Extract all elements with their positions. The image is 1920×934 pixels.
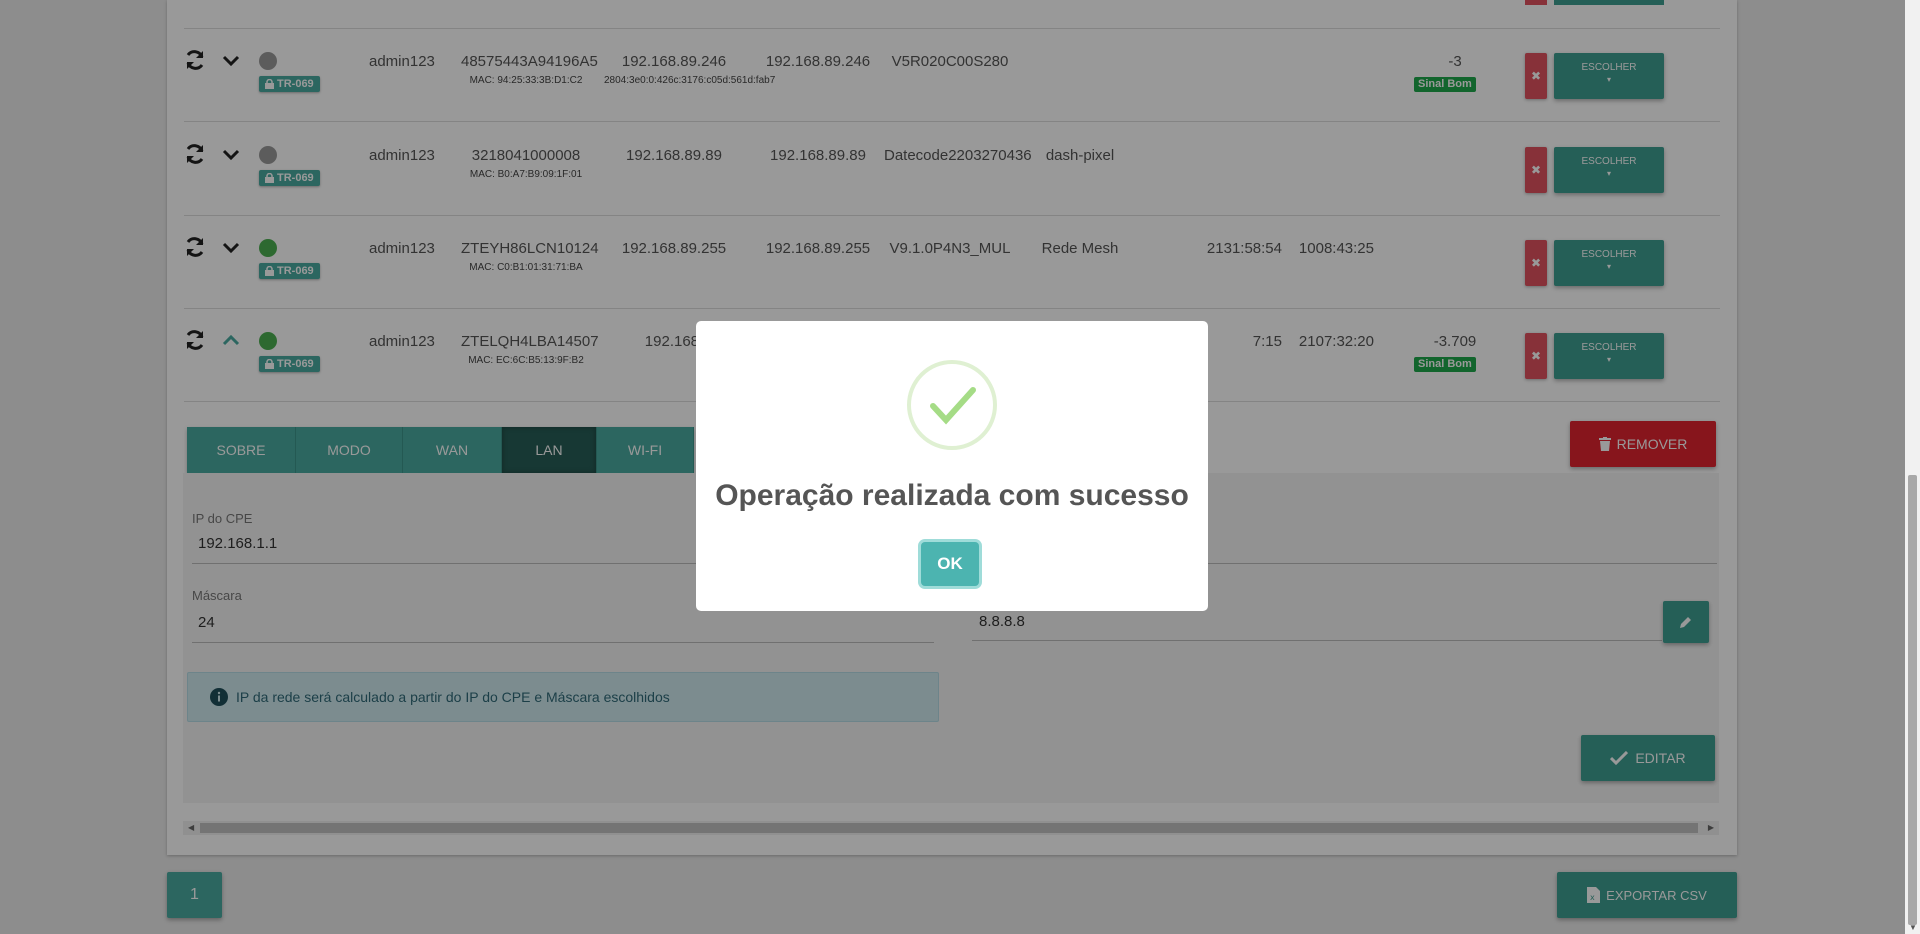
vertical-scrollbar[interactable]: ▼	[1905, 0, 1920, 934]
vertical-scroll-thumb[interactable]	[1908, 475, 1917, 925]
dialog-title: Operação realizada com sucesso	[715, 479, 1189, 512]
success-check-icon	[907, 360, 997, 450]
success-dialog: Operação realizada com sucesso OK	[696, 321, 1208, 611]
scroll-down-icon[interactable]: ▼	[1909, 923, 1917, 932]
ok-button[interactable]: OK	[921, 542, 979, 586]
